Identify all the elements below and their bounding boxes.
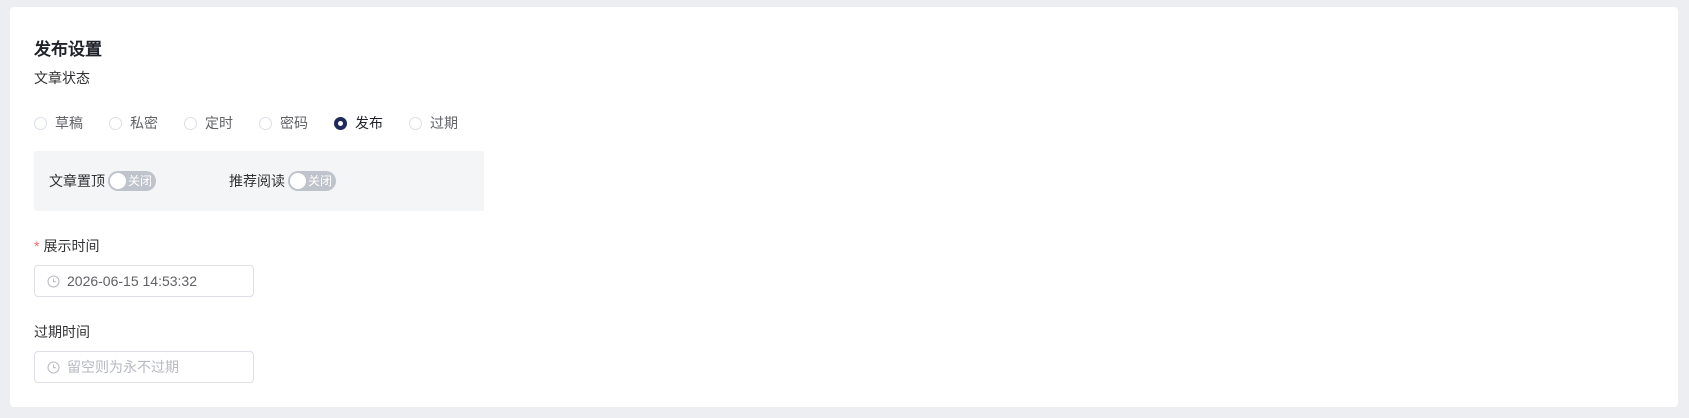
radio-draft[interactable]: 草稿	[34, 113, 83, 133]
switch-state-text: 关闭	[308, 174, 333, 188]
switch-state-text: 关闭	[128, 174, 153, 188]
recommend-label: 推荐阅读	[229, 173, 285, 189]
pin-top-toggle-item: 文章置顶 关闭	[49, 171, 156, 191]
radio-indicator[interactable]	[259, 116, 272, 130]
section-title: 发布设置	[34, 40, 102, 59]
switch-knob	[290, 173, 306, 189]
display-time-label: * 展示时间	[34, 236, 99, 256]
expire-time-input[interactable]	[67, 359, 237, 375]
radio-label: 密码	[280, 115, 308, 131]
article-status-label: 文章状态	[34, 70, 90, 86]
radio-label: 发布	[355, 115, 383, 131]
pin-top-label: 文章置顶	[49, 173, 105, 189]
display-time-picker[interactable]	[34, 265, 254, 297]
display-time-input[interactable]	[67, 273, 237, 289]
radio-indicator[interactable]	[34, 116, 47, 130]
recommend-switch[interactable]: 关闭	[288, 171, 336, 191]
radio-indicator[interactable]	[109, 116, 122, 130]
radio-indicator[interactable]	[409, 116, 422, 130]
toggle-options-panel: 文章置顶 关闭 推荐阅读 关闭	[34, 151, 484, 211]
clock-icon	[45, 359, 61, 375]
radio-label: 私密	[130, 115, 158, 131]
radio-label: 草稿	[55, 115, 83, 131]
expire-time-picker[interactable]	[34, 351, 254, 383]
article-status-radio-group: 草稿 私密 定时 密码 发布 过期	[34, 113, 458, 133]
required-asterisk: *	[34, 238, 40, 254]
radio-indicator-checked[interactable]	[334, 116, 347, 130]
recommend-toggle-item: 推荐阅读 关闭	[229, 171, 336, 191]
radio-scheduled[interactable]: 定时	[184, 113, 233, 133]
radio-indicator[interactable]	[184, 116, 197, 130]
radio-expired[interactable]: 过期	[409, 113, 458, 133]
display-time-label-text: 展示时间	[43, 238, 100, 254]
publish-settings-card: 发布设置 文章状态 草稿 私密 定时 密码 发布 过期 文章置顶 关闭 推荐阅读…	[10, 7, 1678, 407]
radio-label: 过期	[430, 115, 458, 131]
radio-publish[interactable]: 发布	[334, 113, 383, 133]
clock-icon	[45, 273, 61, 289]
radio-label: 定时	[205, 115, 233, 131]
radio-private[interactable]: 私密	[109, 113, 158, 133]
expire-time-label: 过期时间	[34, 324, 90, 340]
pin-top-switch[interactable]: 关闭	[108, 171, 156, 191]
switch-knob	[110, 173, 126, 189]
radio-password[interactable]: 密码	[259, 113, 308, 133]
